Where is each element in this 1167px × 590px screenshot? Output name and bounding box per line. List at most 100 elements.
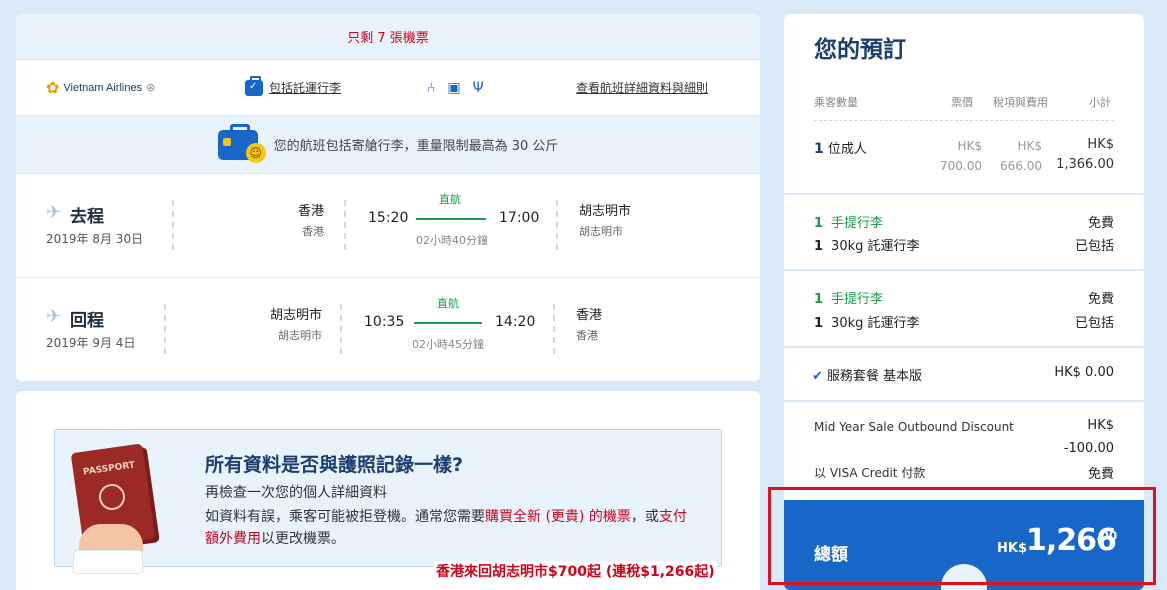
passport-subtitle: 再檢查一次您的個人詳細資料 — [205, 485, 387, 501]
meal-icon: Ψ — [472, 79, 484, 96]
seat-icon: ⑃ — [427, 79, 436, 96]
leg-label: 去程 — [70, 207, 104, 227]
skyteam-icon: ⊛ — [146, 81, 156, 94]
tax-cell: HK$ 666.00 — [1000, 139, 1042, 173]
fare-cell: HK$ 700.00 — [940, 139, 982, 173]
passport-illustration: PASSPORT — [70, 443, 165, 574]
destination-airport: 香港 — [576, 329, 598, 342]
direct-label: 直航 — [439, 193, 461, 206]
section-divider — [784, 346, 1144, 348]
smiley-icon: ☺ — [245, 142, 266, 163]
checked-baggage-row: 1 30kg 託運行李 — [814, 235, 920, 254]
duration: 02小時40分鐘 — [416, 234, 488, 247]
origin-city: 胡志明市 — [269, 308, 322, 323]
airline-logo: ✿ Vietnam Airlines ⊛ — [46, 78, 155, 97]
leg-date: 2019年 8月 30日 — [46, 232, 144, 246]
lotus-logo-icon: ✿ — [46, 78, 60, 97]
promo-caption: 香港來回胡志明市$700起 (連稅$1,266起) — [434, 561, 717, 581]
suitcase-icon: ☺ — [217, 123, 266, 163]
direct-label: 直航 — [437, 297, 459, 310]
service-package-row: ✔ 服務套餐 基本版 — [812, 365, 922, 384]
checked-baggage-status: 已包括 — [1074, 316, 1114, 331]
leg-return: ✈ 回程 2019年 9月 4日 胡志明市 胡志明市 10:35 直航 14:2… — [16, 278, 760, 381]
checked-baggage-label: 30kg 託運行李 — [831, 316, 920, 331]
adult-count: 1 — [814, 141, 824, 157]
amenities-icons[interactable]: ⑃ ▣ Ψ — [427, 80, 484, 96]
depart-time: 10:35 — [364, 314, 405, 330]
destination: 胡志明市 胡志明市 — [579, 200, 631, 239]
arrive-time: 14:20 — [495, 314, 536, 330]
fare-currency: HK$ — [957, 139, 982, 153]
plane-depart-icon: ✈ — [46, 202, 62, 223]
divider — [340, 304, 342, 354]
warning-text: ，或 — [630, 509, 659, 525]
hand-baggage-row: 1 手提行李 — [814, 288, 883, 307]
divider — [344, 200, 346, 250]
section-divider — [784, 193, 1144, 195]
divider — [553, 304, 555, 354]
passport-check-box: PASSPORT 所有資料是否與護照記錄一樣? 再檢查一次您的個人詳細資料 如資… — [54, 429, 722, 574]
payment-method-label: 以 VISA Credit 付款 — [814, 466, 926, 480]
discount-amount: -100.00 — [1063, 441, 1114, 456]
subtotal-cell: HK$ 1,366.00 — [1056, 137, 1114, 172]
baggage-note-bar: ☺ 您的航班包括寄艙行李，重量限制最高為 30 公斤 — [16, 116, 760, 174]
hand-baggage-count: 1 — [814, 216, 824, 231]
tax-currency: HK$ — [1017, 139, 1042, 153]
origin: 胡志明市 胡志明市 — [270, 304, 322, 343]
passport-warning: 如資料有誤，乘客可能被拒登機。通常您需要購買全新 (更貴) 的機票，或支付額外費… — [205, 506, 695, 550]
screen-icon: ▣ — [447, 79, 461, 96]
header-passengers: 乘客數量 — [814, 96, 858, 109]
origin-airport: 胡志明市 — [278, 329, 322, 342]
checked-baggage-status: 已包括 — [1074, 239, 1114, 254]
tax-value: 666.00 — [1000, 159, 1042, 173]
header-divider — [814, 120, 1114, 121]
flight-details-link[interactable]: 查看航班詳細資料與細則 — [576, 79, 708, 96]
discount-currency: HK$ — [1087, 418, 1114, 433]
header-tax: 稅項與費用 — [993, 96, 1048, 109]
route-line — [414, 322, 482, 324]
plane-return-icon: ✈ — [46, 306, 62, 327]
origin-airport: 香港 — [302, 225, 324, 238]
baggage-check-icon — [245, 75, 263, 96]
flight-card: 只剩 7 張機票 ✿ Vietnam Airlines ⊛ 包括託運行李 ⑃ ▣… — [16, 14, 760, 381]
header-fare: 票價 — [951, 96, 973, 109]
destination-city: 香港 — [576, 308, 603, 323]
divider — [164, 304, 166, 354]
baggage-note-text: 您的航班包括寄艙行李，重量限制最高為 30 公斤 — [273, 139, 559, 154]
passport-title: 所有資料是否與護照記錄一樣? — [205, 454, 464, 476]
subtotal-value: 1,366.00 — [1056, 157, 1114, 172]
seats-left-text: 只剩 7 張機票 — [347, 31, 429, 46]
hand-baggage-label: 手提行李 — [831, 292, 884, 307]
subtotal-currency: HK$ — [1087, 137, 1114, 152]
section-divider — [784, 400, 1144, 402]
baggage-included-link[interactable]: 包括託運行李 — [245, 75, 341, 96]
route-line — [416, 218, 486, 220]
flight-info-row: ✿ Vietnam Airlines ⊛ 包括託運行李 ⑃ ▣ Ψ 查看航班詳細… — [16, 60, 760, 116]
buy-new-ticket-text: 購買全新 (更貴) 的機票 — [485, 509, 631, 525]
booking-title: 您的預訂 — [814, 37, 906, 63]
check-icon: ✔ — [812, 369, 823, 384]
sleeve-illustration — [73, 550, 143, 574]
hand-baggage-price: 免費 — [1087, 292, 1114, 307]
hand-baggage-row: 1 手提行李 — [814, 212, 883, 231]
header-subtotal: 小計 — [1089, 96, 1111, 109]
checked-baggage-row: 1 30kg 託運行李 — [814, 312, 920, 331]
section-divider — [784, 269, 1144, 271]
fare-value: 700.00 — [940, 159, 982, 173]
destination: 香港 香港 — [576, 304, 602, 343]
hand-baggage-label: 手提行李 — [831, 216, 884, 231]
airline-name: Vietnam Airlines — [63, 81, 143, 94]
destination-city: 胡志明市 — [579, 204, 632, 219]
total-highlight-box — [768, 487, 1156, 585]
divider — [556, 200, 558, 250]
adult-row-label: 1 位成人 — [814, 138, 867, 157]
duration: 02小時45分鐘 — [412, 338, 484, 351]
warning-text: 以更改機票。 — [261, 531, 345, 547]
discount-label: Mid Year Sale Outbound Discount — [814, 420, 1014, 434]
destination-airport: 胡志明市 — [579, 225, 623, 238]
warning-text: 如資料有誤，乘客可能被拒登機。通常您需要 — [205, 509, 485, 525]
depart-time: 15:20 — [368, 210, 409, 226]
checked-baggage-label: 30kg 託運行李 — [831, 239, 920, 254]
service-package-label: 服務套餐 基本版 — [826, 369, 923, 384]
hand-baggage-price: 免費 — [1087, 216, 1114, 231]
